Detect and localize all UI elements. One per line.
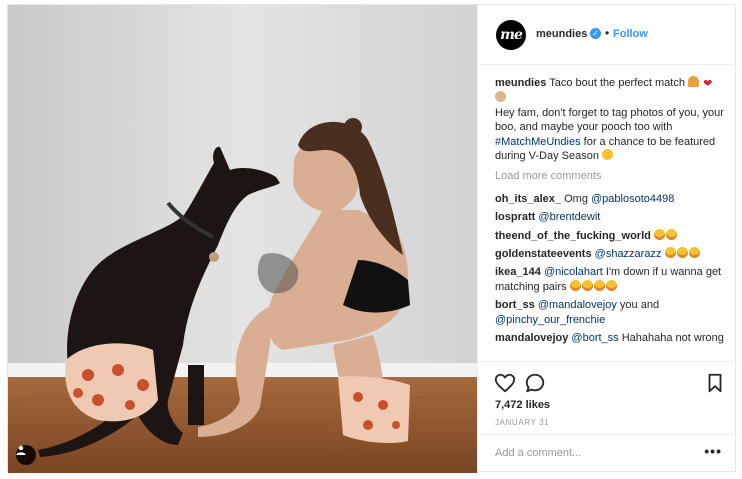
comments-list: meundies Taco bout the perfect match ❤ H… [495, 76, 727, 350]
taco-emoji-icon [688, 76, 700, 87]
avatar[interactable]: me [496, 20, 526, 50]
comment-text: Hahahaha not wrong [621, 332, 724, 345]
caption-text-pre: Hey fam, don't forget to tag photos of y… [495, 106, 724, 134]
laughing-emoji-icon [605, 279, 617, 291]
dog-emoji-icon [495, 91, 506, 103]
list-item: theend_of_the_fucking_world [495, 228, 727, 243]
post-actions: 7,472 likes JANUARY 31 ••• [478, 361, 738, 473]
avatar-logo-text: me [500, 27, 523, 43]
header-username[interactable]: meundies [536, 28, 587, 40]
more-options-icon[interactable]: ••• [704, 443, 722, 459]
comment-mention[interactable]: @pablosoto4498 [591, 193, 674, 205]
comment-mention[interactable]: @nicolahart [544, 266, 603, 278]
post-header: me meundies ✓ • Follow [478, 5, 738, 65]
list-item: mandalovejoy @bort_ss Hahahaha not wrong [495, 331, 727, 345]
comment-mention[interactable]: @shazzarazz [595, 248, 662, 260]
comment-text: Omg [564, 192, 588, 205]
laughing-emoji-icon [676, 247, 688, 259]
list-item: lospratt @brentdewit [495, 210, 727, 224]
comment-username[interactable]: bort_ss [495, 299, 535, 311]
list-item: bort_ss @mandalovejoy you and @pinchy_ou… [495, 298, 727, 327]
comment-mention[interactable]: @brentdewit [538, 211, 600, 223]
heart-icon[interactable] [494, 372, 516, 394]
post-side-panel: me meundies ✓ • Follow meundies Taco bou… [477, 5, 738, 473]
comment-icon[interactable] [524, 372, 546, 394]
heart-emoji-icon: ❤ [703, 78, 713, 90]
post-photo[interactable] [8, 5, 477, 473]
post-date: JANUARY 31 [495, 418, 550, 427]
verified-badge-icon: ✓ [590, 28, 601, 39]
list-item: goldenstateevents @shazzarazz [495, 247, 727, 261]
laughing-emoji-icon [664, 247, 676, 259]
laughing-emoji-icon [593, 279, 605, 291]
add-comment-input[interactable] [495, 447, 685, 459]
comment-username[interactable]: ikea_144 [495, 266, 541, 278]
caption-username[interactable]: meundies [495, 77, 546, 89]
comment-username[interactable]: lospratt [495, 211, 535, 223]
photo-illustration [8, 5, 477, 473]
laughing-emoji-icon [581, 279, 593, 291]
likes-count[interactable]: 7,472 likes [495, 399, 550, 411]
list-item: ikea_144 @nicolahart I'm down if u wanna… [495, 265, 727, 294]
laughing-emoji-icon [688, 247, 700, 259]
comment-mention[interactable]: @pinchy_our_frenchie [495, 314, 605, 326]
laughing-emoji-icon [665, 228, 677, 240]
add-comment-row: ••• [478, 434, 738, 474]
comment-username[interactable]: goldenstateevents [495, 248, 592, 260]
user-tag-icon[interactable] [16, 445, 36, 465]
comment-username[interactable]: mandalovejoy [495, 332, 568, 344]
laughing-emoji-icon [653, 228, 665, 240]
laughing-emoji-icon [569, 279, 581, 291]
grimace-emoji-icon [602, 149, 614, 161]
load-more-comments-button[interactable]: Load more comments [495, 169, 727, 183]
bookmark-icon[interactable] [704, 372, 726, 394]
separator-dot: • [605, 26, 610, 40]
instagram-post: me meundies ✓ • Follow meundies Taco bou… [7, 4, 738, 473]
comment-username[interactable]: theend_of_the_fucking_world [495, 230, 651, 242]
caption: meundies Taco bout the perfect match ❤ H… [495, 76, 727, 163]
comment-mention[interactable]: @mandalovejoy [538, 299, 617, 311]
list-item: oh_its_alex_ Omg @pablosoto4498 [495, 192, 727, 206]
comment-mention[interactable]: @bort_ss [571, 332, 618, 344]
follow-button[interactable]: Follow [613, 28, 648, 40]
caption-hashtag[interactable]: #MatchMeUndies [495, 136, 581, 148]
comment-username[interactable]: oh_its_alex_ [495, 193, 561, 205]
caption-line1: Taco bout the perfect match [549, 77, 685, 89]
comment-text: you and [619, 299, 660, 312]
